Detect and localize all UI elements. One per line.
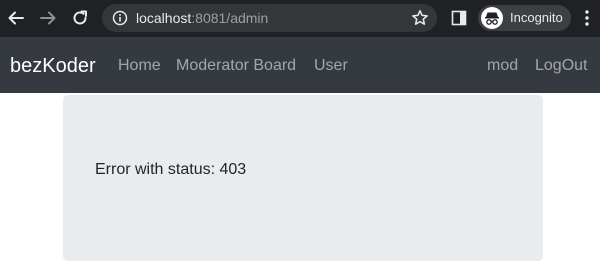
nav-logout[interactable]: LogOut: [535, 56, 587, 76]
address-bar[interactable]: localhost:8081/admin: [102, 4, 437, 32]
browser-toolbar: localhost:8081/admin Incognito: [0, 0, 600, 37]
star-icon[interactable]: [411, 9, 429, 27]
error-panel: Error with status: 403: [63, 95, 543, 261]
arrow-right-icon: [40, 11, 56, 25]
arrow-left-icon: [8, 11, 24, 25]
menu-kebab-icon[interactable]: [584, 9, 590, 27]
nav-moderator-board[interactable]: Moderator Board: [176, 56, 296, 76]
url-host: localhost: [136, 10, 192, 26]
info-icon[interactable]: [112, 10, 128, 26]
forward-button[interactable]: [36, 6, 60, 30]
side-panel-icon[interactable]: [451, 10, 467, 26]
incognito-icon: [481, 7, 503, 29]
back-button[interactable]: [4, 6, 28, 30]
nav-user[interactable]: User: [314, 56, 348, 76]
profile-label: Incognito: [510, 10, 563, 25]
reload-button[interactable]: [68, 6, 92, 30]
reload-icon: [73, 10, 87, 25]
url-path: :8081/admin: [191, 10, 269, 26]
error-message: Error with status: 403: [95, 161, 247, 178]
nav-home[interactable]: Home: [118, 56, 161, 76]
brand-logo[interactable]: bezKoder: [10, 54, 96, 78]
nav-profile-username[interactable]: mod: [487, 56, 518, 76]
incognito-profile-button[interactable]: Incognito: [478, 5, 571, 31]
url-text[interactable]: localhost:8081/admin: [136, 10, 268, 26]
app-navbar: bezKoder Home Moderator Board User mod L…: [0, 37, 600, 93]
